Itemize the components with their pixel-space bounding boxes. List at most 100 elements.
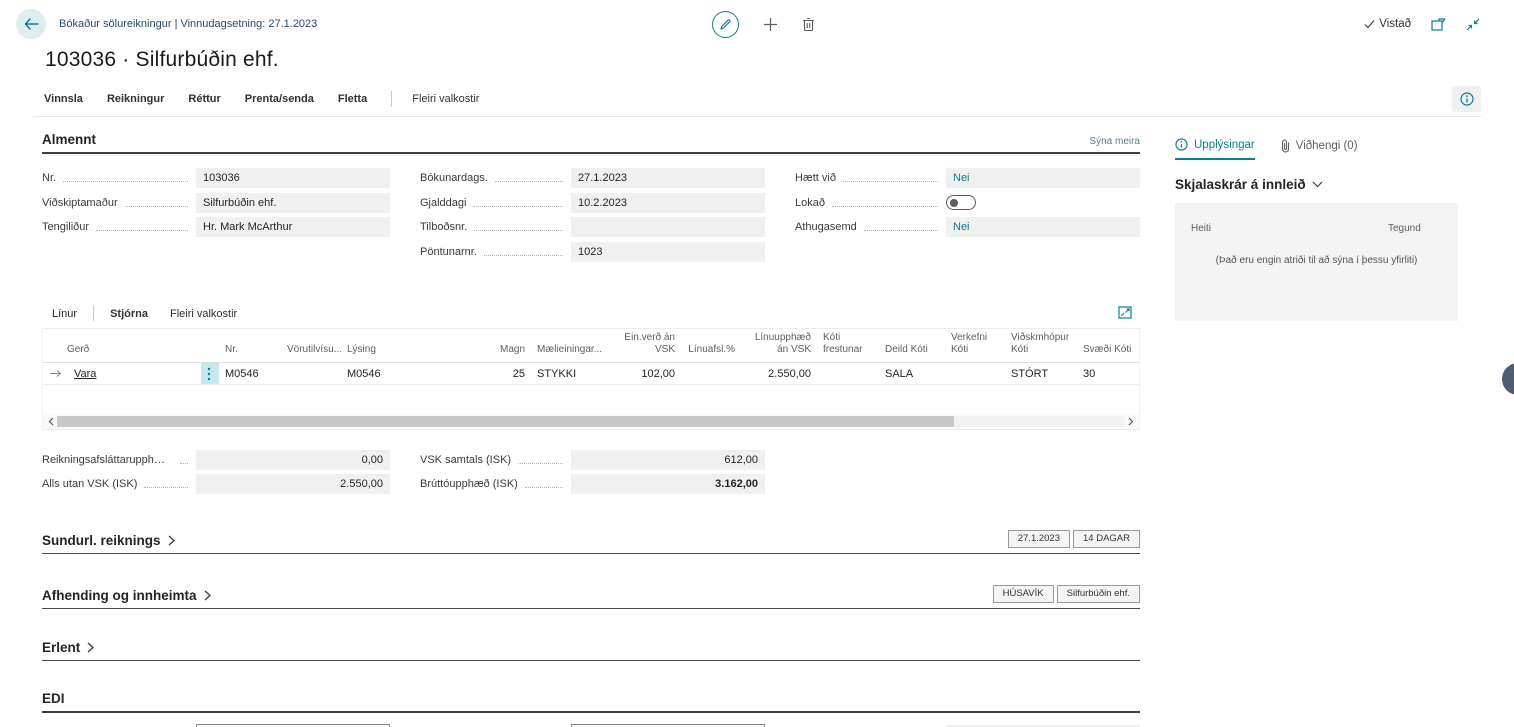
lines-caption[interactable]: Línur (52, 308, 77, 320)
delete-button[interactable] (802, 17, 815, 32)
cancelled-field[interactable]: Nei (946, 168, 1140, 188)
col-nr[interactable]: Nr. (219, 329, 281, 363)
lines-manage-menu[interactable]: Stjórna (110, 308, 148, 320)
quote-no-field[interactable] (571, 217, 765, 237)
show-more-link[interactable]: Sýna meira (1089, 136, 1140, 147)
col-cust-group[interactable]: Viðskmhópur Kóti (1005, 329, 1077, 363)
quote-no-label: Tilboðsnr. (420, 221, 467, 233)
menu-more-options[interactable]: Fleiri valkostir (412, 93, 479, 105)
scrollbar-thumb[interactable] (57, 416, 954, 427)
shipping-billing-header[interactable]: Afhending og innheimta (42, 588, 211, 603)
col-item-ref[interactable]: Vörutilvísu... (281, 329, 341, 363)
table-row[interactable]: Vara M0546 M0546 25 (43, 363, 1139, 385)
menu-reikningur[interactable]: Reikningur (107, 93, 164, 105)
line-description-cell[interactable]: M0546 (341, 363, 476, 385)
invoice-details-badges: 27.1.2023 14 DAGAR (1008, 530, 1140, 548)
edi-title[interactable]: EDI (42, 691, 65, 706)
line-dept-cell[interactable]: SALA (879, 363, 945, 385)
customer-field[interactable]: Silfurbúðin ehf. (196, 193, 390, 213)
vat-total-field[interactable]: 612,00 (571, 450, 765, 470)
cancelled-label: Hætt við (795, 172, 836, 184)
tab-upplysingar[interactable]: Upplýsingar (1175, 138, 1255, 160)
col-heiti[interactable]: Heiti (1191, 223, 1211, 234)
pencil-icon (719, 18, 732, 31)
line-no-cell[interactable]: M0546 (219, 363, 281, 385)
col-gerd[interactable]: Gerð (43, 329, 201, 363)
col-dept[interactable]: Deild Kóti (879, 329, 945, 363)
dotted-leader (843, 174, 938, 182)
menu-fletta[interactable]: Fletta (338, 93, 367, 105)
general-title[interactable]: Almennt (42, 132, 96, 147)
horizontal-scrollbar[interactable] (43, 414, 1139, 429)
shipping-billing-badges: HÚSAVÍK Silfurbúðin ehf. (993, 585, 1140, 603)
order-no-field[interactable]: 1023 (571, 242, 765, 262)
line-unit-price-cell[interactable]: 102,00 (601, 363, 681, 385)
edi-col1: EAN Kennitala EDI - Innlestur (42, 723, 390, 727)
line-type-cell[interactable]: Vara (74, 368, 96, 380)
line-cust-group-cell[interactable]: STÓRT (1005, 363, 1077, 385)
menu-rettur[interactable]: Réttur (188, 93, 220, 105)
closed-label: Lokað (795, 197, 825, 209)
customer-label: Viðskiptamaður (42, 197, 118, 209)
inv-disc-field[interactable]: 0,00 (196, 450, 390, 470)
toolbar-divider (93, 306, 94, 321)
col-uom[interactable]: Mælieiningar... (531, 329, 601, 363)
col-deferral[interactable]: Kóti frestunar (817, 329, 879, 363)
row-options-button[interactable] (201, 363, 219, 385)
lines-fasttab: Línur Stjórna Fleiri valkostir (42, 300, 1140, 497)
col-unit-price[interactable]: Ein.verð án VSK (601, 329, 681, 363)
lines-more-options[interactable]: Fleiri valkostir (170, 308, 237, 320)
incoming-docs-header[interactable]: Skjalaskrár á innleið (1175, 177, 1458, 192)
tab-vidhengi[interactable]: Viðhengi (0) (1281, 138, 1358, 160)
line-item-ref-cell[interactable] (281, 363, 341, 385)
scrollbar-track[interactable] (57, 416, 1125, 427)
trash-icon (802, 17, 815, 32)
due-date-label: Gjalddagi (420, 197, 466, 209)
col-line-amount[interactable]: Línuupphæð án VSK (741, 329, 817, 363)
line-area-cell[interactable]: 30 (1077, 363, 1139, 385)
factbox-toggle-button[interactable] (1452, 86, 1481, 112)
incl-vat-field[interactable]: 3.162,00 (571, 474, 765, 494)
col-area[interactable]: Svæði Kóti (1077, 329, 1139, 363)
foreign-trade-header[interactable]: Erlent (42, 640, 94, 655)
closed-field-wrap (946, 193, 1140, 213)
collapse-window-icon[interactable] (1466, 18, 1480, 31)
note-field[interactable]: Nei (946, 217, 1140, 237)
col-magn[interactable]: Magn (476, 329, 531, 363)
col-project[interactable]: Verkefni Kóti (945, 329, 1005, 363)
line-project-cell[interactable] (945, 363, 1005, 385)
scroll-left-icon[interactable] (45, 417, 57, 426)
edit-button[interactable] (712, 11, 739, 38)
line-disc-cell[interactable] (681, 363, 741, 385)
totals-col2: VSK samtals (ISK) 612,00 Brúttóupphæð (I… (420, 448, 765, 497)
line-qty-cell[interactable]: 25 (476, 363, 531, 385)
inv-disc-label: Reikningsafsláttarupphæð án ... (42, 454, 173, 466)
closed-toggle[interactable] (946, 195, 976, 210)
col-lysing[interactable]: Lýsing (341, 329, 476, 363)
scroll-right-icon[interactable] (1125, 417, 1137, 426)
popout-window-icon[interactable] (1431, 18, 1446, 31)
menu-vinnsla[interactable]: Vinnsla (44, 93, 83, 105)
invoice-details-fasttab: Sundurl. reiknings 27.1.2023 14 DAGAR (42, 530, 1140, 554)
contact-field[interactable]: Hr. Mark McArthur (196, 217, 390, 237)
posting-date-field[interactable]: 27.1.2023 (571, 168, 765, 188)
page-title: 103036 · Silfurbúðin ehf. (45, 48, 1514, 72)
invoice-details-header[interactable]: Sundurl. reiknings (42, 533, 175, 548)
col-line-disc[interactable]: Línuafsl.% (681, 329, 741, 363)
lines-grid: Gerð Nr. Vörutilvísu... Lýsing Magn Mæli… (42, 328, 1140, 430)
dotted-leader (864, 223, 938, 231)
col-tegund[interactable]: Tegund (1388, 223, 1421, 234)
focus-mode-icon[interactable] (1118, 306, 1132, 319)
back-button[interactable] (16, 9, 46, 39)
shipping-billing-fasttab: Afhending og innheimta HÚSAVÍK Silfurbúð… (42, 585, 1140, 609)
general-col1: Nr. 103036 Viðskiptamaður Silfurbúðin eh… (42, 166, 390, 264)
line-amount-cell[interactable]: 2.550,00 (741, 363, 817, 385)
line-uom-cell[interactable]: STYKKI (531, 363, 601, 385)
menu-prenta-senda[interactable]: Prenta/senda (245, 93, 314, 105)
new-button[interactable] (763, 17, 778, 32)
excl-vat-field[interactable]: 2.550,00 (196, 474, 390, 494)
nr-field[interactable]: 103036 (196, 168, 390, 188)
line-deferral-cell[interactable] (817, 363, 879, 385)
general-col2: Bókunardags. 27.1.2023 Gjalddagi 10.2.20… (420, 166, 765, 264)
due-date-field[interactable]: 10.2.2023 (571, 193, 765, 213)
